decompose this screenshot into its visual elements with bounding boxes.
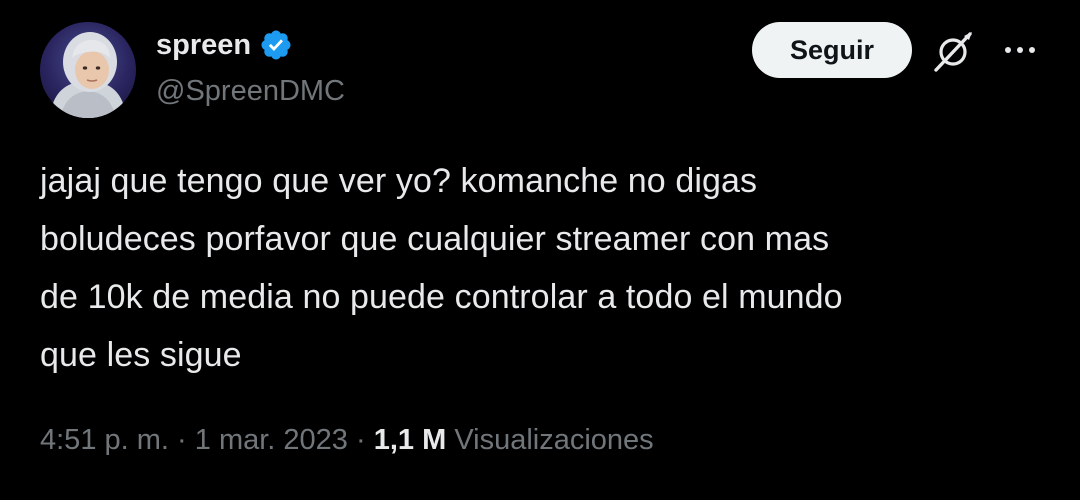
tweet-meta: 4:51 p. m. · 1 mar. 2023 · 1,1 M Visuali… xyxy=(40,420,654,460)
meta-separator: · xyxy=(355,424,366,456)
tweet-text: jajaj que tengo que ver yo? komanche no … xyxy=(40,152,1040,384)
tweet-text-line: que les sigue xyxy=(40,336,242,374)
more-dots-icon[interactable] xyxy=(1000,38,1040,62)
user-avatar-icon xyxy=(50,32,126,118)
tweet-text-line: jajaj que tengo que ver yo? komanche no … xyxy=(40,162,758,200)
avatar[interactable] xyxy=(40,22,136,118)
author-display-name[interactable]: spreen xyxy=(156,28,251,62)
tweet: spreen @SpreenDMC Seguir jajaj que tengo… xyxy=(0,0,1080,500)
views-count[interactable]: 1,1 M xyxy=(374,424,447,456)
verified-badge-icon[interactable] xyxy=(259,28,293,62)
views-label[interactable]: Visualizaciones xyxy=(454,424,653,456)
follow-button[interactable]: Seguir xyxy=(752,22,912,78)
author-name-row[interactable]: spreen xyxy=(156,28,293,62)
meta-separator: · xyxy=(177,424,187,456)
tweet-text-line: boludeces porfavor que cualquier streame… xyxy=(40,220,830,258)
tweet-text-line: de 10k de media no puede controlar a tod… xyxy=(40,278,843,316)
tweet-date[interactable]: 1 mar. 2023 xyxy=(195,424,348,456)
grok-icon[interactable] xyxy=(928,28,978,74)
author-handle[interactable]: @SpreenDMC xyxy=(156,74,345,108)
tweet-time[interactable]: 4:51 p. m. xyxy=(40,424,169,456)
